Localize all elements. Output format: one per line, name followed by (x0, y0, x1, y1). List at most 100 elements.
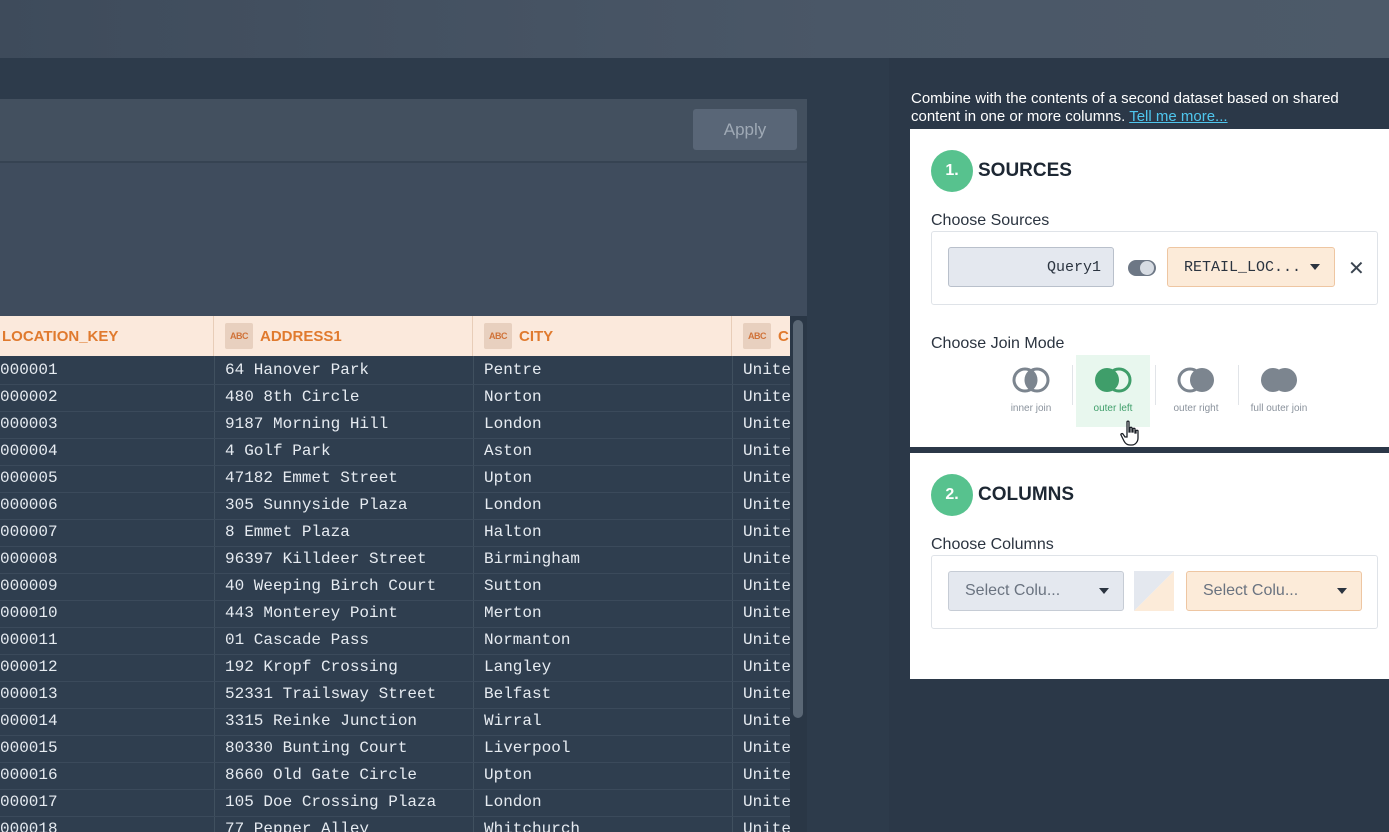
cell-address1: 443 Monterey Point (225, 604, 398, 622)
table-row[interactable]: 000008 96397 Killdeer Street Birmingham Uni… (0, 546, 792, 574)
choose-columns-label: Choose Columns (931, 536, 1054, 553)
sources-card: 1. SOURCES Choose Sources Query1 RETAIL_… (910, 129, 1389, 447)
scrollbar-thumb[interactable] (793, 320, 803, 718)
cell-country: Unite (743, 766, 792, 784)
cell-country: Unite (743, 550, 792, 568)
cell-address1: 105 Doe Crossing Plaza (225, 793, 437, 811)
table-row[interactable]: 000012 192 Kropf Crossing Langley Unite (0, 654, 792, 682)
join-mode-outer-left[interactable]: outer left (1076, 355, 1150, 427)
table-row[interactable]: 000010 443 Monterey Point Merton Unite (0, 600, 791, 628)
swap-toggle-icon[interactable] (1128, 259, 1156, 277)
chevron-down-icon (1310, 264, 1320, 270)
cell-city: Aston (484, 442, 533, 460)
cell-address1: 3315 Reinke Junction (225, 712, 418, 730)
cell-address1: 96397 Killdeer Street (225, 550, 427, 568)
cell-location-key: 000009 (0, 577, 58, 595)
cell-city: Liverpool (484, 739, 571, 757)
tell-me-more-link[interactable]: Tell me more... (1129, 108, 1227, 125)
table-row[interactable]: 000014 3315 Reinke Junction Wirral Unite (0, 708, 792, 736)
table-row[interactable]: 000001 64 Hanover Park Pentre Unite (0, 357, 791, 385)
join-mode-outer-right[interactable]: outer right (1159, 355, 1233, 427)
table-row[interactable]: 000003 9187 Morning Hill London Unite (0, 411, 791, 439)
grid-scrollbar[interactable] (790, 316, 807, 832)
cell-address1: 9187 Morning Hill (225, 415, 389, 433)
cell-location-key: 000014 (0, 712, 58, 730)
left-column-placeholder: Select Colu... (965, 582, 1061, 599)
right-source-dropdown[interactable]: RETAIL_LOC... (1167, 247, 1335, 287)
cell-country: Unite (743, 820, 792, 832)
cell-location-key: 000003 (0, 415, 58, 433)
table-row[interactable]: 000007 8 Emmet Plaza Halton Unite (0, 519, 791, 547)
cell-city: London (484, 793, 542, 811)
cell-location-key: 000013 (0, 685, 58, 703)
table-row[interactable]: 000005 47182 Emmet Street Upton Unite (0, 465, 792, 493)
table-row[interactable]: 000015 80330 Bunting Court Liverpool Unite (0, 735, 792, 763)
table-row[interactable]: 000006 305 Sunnyside Plaza London Unite (0, 492, 792, 520)
cell-city: Birmingham (484, 550, 581, 568)
cell-location-key: 000010 (0, 604, 58, 622)
cell-location-key: 000006 (0, 496, 58, 514)
cell-country: Unite (743, 712, 792, 730)
step-number-badge: 2. (931, 474, 973, 516)
column-header-city[interactable]: ABC CITY (473, 316, 732, 356)
join-mode-inner[interactable]: inner join (994, 355, 1068, 427)
cell-country: Unite (743, 577, 792, 595)
cell-location-key: 000005 (0, 469, 58, 487)
cell-location-key: 000004 (0, 442, 58, 460)
cell-address1: 305 Sunnyside Plaza (225, 496, 408, 514)
cell-city: Normanton (484, 631, 571, 649)
left-column-select[interactable]: Select Colu... (948, 571, 1124, 611)
chevron-down-icon (1337, 588, 1347, 594)
left-source-field[interactable]: Query1 (948, 247, 1114, 287)
cell-location-key: 000012 (0, 658, 58, 676)
join-mode-label: full outer join (1250, 403, 1308, 414)
cell-address1: 52331 Trailsway Street (225, 685, 437, 703)
cell-country: Unite (743, 496, 792, 514)
cell-location-key: 000002 (0, 388, 58, 406)
cell-location-key: 000017 (0, 793, 58, 811)
cell-address1: 8 Emmet Plaza (225, 523, 350, 541)
columns-box: Select Colu... Select Colu... (931, 555, 1378, 629)
cell-country: Unite (743, 388, 792, 406)
table-row[interactable]: 000009 40 Weeping Birch Court Sutton Unite (0, 573, 792, 601)
cell-address1: 77 Pepper Alley (225, 820, 370, 832)
apply-button[interactable]: Apply (693, 109, 797, 150)
choose-sources-label: Choose Sources (931, 212, 1050, 229)
cell-city: London (484, 415, 542, 433)
close-icon[interactable]: ✕ (1348, 256, 1365, 281)
table-row[interactable]: 000002 480 8th Circle Norton Unite (0, 384, 792, 412)
chevron-down-icon (1099, 588, 1109, 594)
table-row[interactable]: 000013 52331 Trailsway Street Belfast Unite (0, 681, 791, 709)
cell-city: Upton (484, 766, 533, 784)
cell-address1: 480 8th Circle (225, 388, 360, 406)
cell-address1: 40 Weeping Birch Court (225, 577, 437, 595)
join-mode-full-outer[interactable]: full outer join (1242, 355, 1316, 427)
cell-country: Unite (743, 658, 792, 676)
cell-city: Merton (484, 604, 542, 622)
table-row[interactable]: 000004 4 Golf Park Aston Unite (0, 438, 791, 466)
step-number-badge: 1. (931, 150, 973, 192)
cell-location-key: 000011 (0, 631, 58, 649)
cell-country: Unite (743, 469, 792, 487)
cell-address1: 47182 Emmet Street (225, 469, 398, 487)
sources-box: Query1 RETAIL_LOC... ✕ (931, 231, 1378, 305)
divider (1155, 365, 1156, 405)
cell-country: Unite (743, 739, 792, 757)
grid-header: LOCATION_KEY ABC ADDRESS1 ABC CITY ABC C (0, 316, 790, 356)
column-header-location-key[interactable]: LOCATION_KEY (0, 316, 214, 356)
cell-country: Unite (743, 631, 792, 649)
text-type-icon: ABC (225, 323, 253, 349)
column-header-address1[interactable]: ABC ADDRESS1 (214, 316, 473, 356)
right-column-select[interactable]: Select Colu... (1186, 571, 1362, 611)
cell-city: Halton (484, 523, 542, 541)
table-row[interactable]: 000017 105 Doe Crossing Plaza London Unite (0, 789, 791, 817)
full-outer-join-icon (1261, 368, 1297, 392)
table-row[interactable]: 000011 01 Cascade Pass Normanton Unite (0, 627, 792, 655)
cell-address1: 01 Cascade Pass (225, 631, 370, 649)
cell-city: Upton (484, 469, 533, 487)
cell-location-key: 000016 (0, 766, 58, 784)
table-row[interactable]: 000016 8660 Old Gate Circle Upton Unite (0, 762, 792, 790)
table-row[interactable]: 000018 77 Pepper Alley Whitchurch Unite (0, 816, 792, 832)
column-header-country[interactable]: ABC C (732, 316, 790, 356)
column-header-label: CITY (519, 327, 554, 345)
